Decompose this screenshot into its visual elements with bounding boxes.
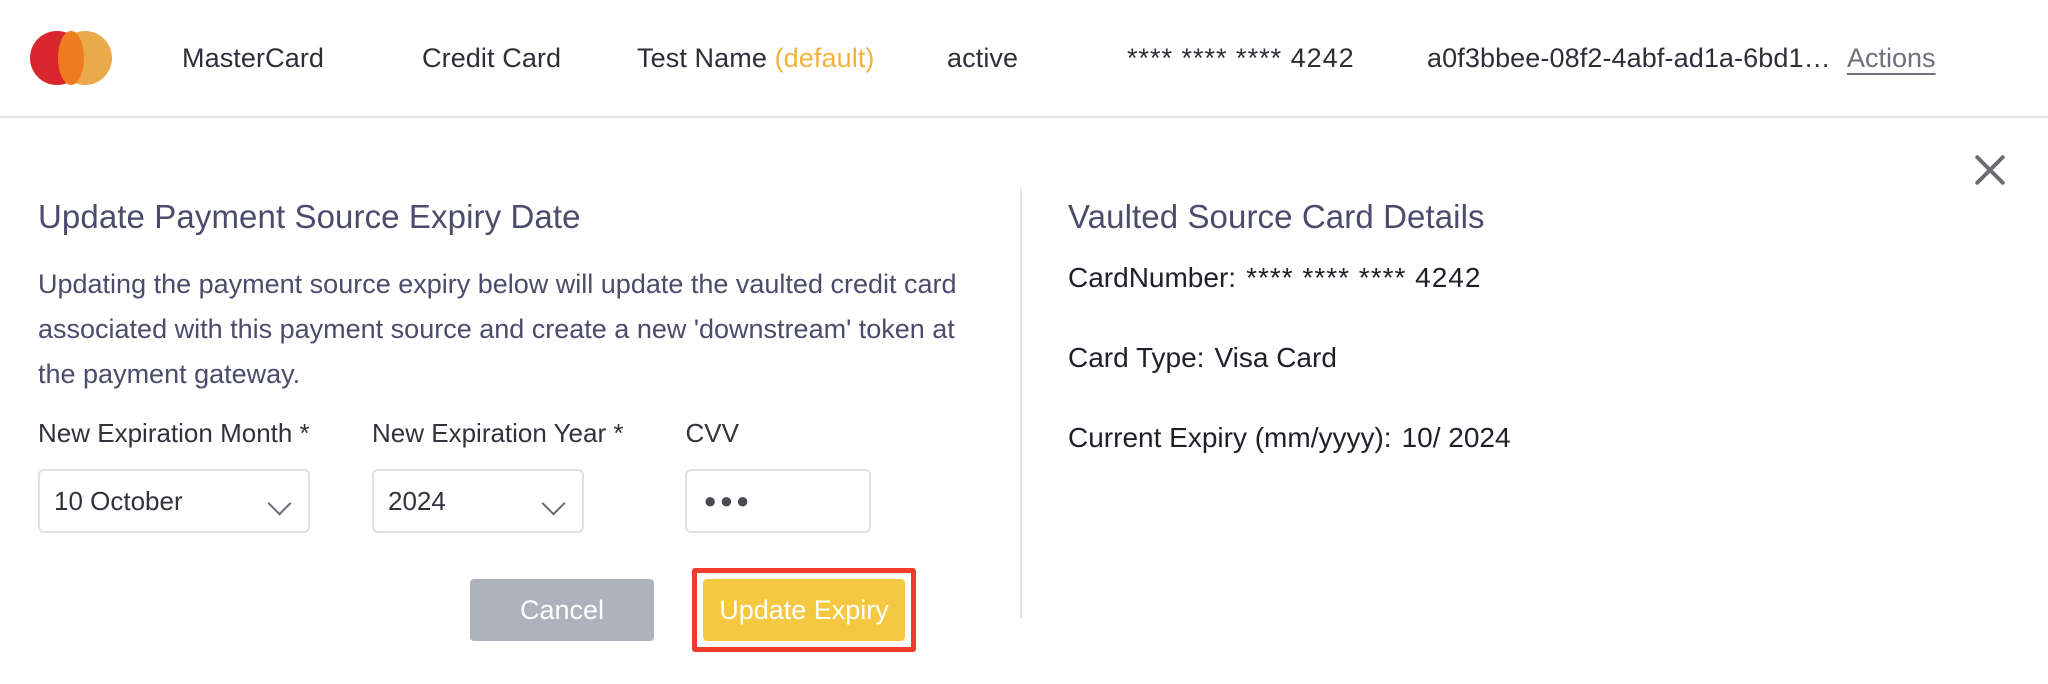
update-expiry-button[interactable]: Update Expiry [703,579,905,641]
card-type-detail-value: Visa Card [1214,342,1337,373]
mastercard-logo-icon [30,31,112,85]
payment-source-token-id: a0f3bbee-08f2-4abf-ad1a-6bd1… [1427,42,1831,73]
payment-source-expiry-dialog: MasterCard Credit Card Test Name (defaul… [0,0,2048,684]
card-number-detail: CardNumber: **** **** **** 4242 [1068,262,1968,294]
card-type-detail-label: Card Type: [1068,342,1205,373]
expiration-year-select[interactable]: 2024 [372,469,584,533]
expiration-month-select[interactable]: 10 October [38,469,310,533]
expiration-month-value: 10 October [54,485,183,516]
cvv-input[interactable]: ●●● [685,469,872,533]
cancel-button[interactable]: Cancel [470,579,654,641]
expiration-month-label: New Expiration Month * [38,418,310,448]
expiry-form: New Expiration Month * 10 October New Ex… [38,418,933,533]
expiration-year-label: New Expiration Year * [372,418,624,448]
actions-link[interactable]: Actions [1847,43,1936,74]
cardholder-name-text: Test Name [637,42,767,73]
card-number-detail-value: **** **** **** 4242 [1246,262,1482,293]
dialog-actions: Cancel Update Expiry [470,568,916,652]
payment-source-summary-row: MasterCard Credit Card Test Name (defaul… [0,0,2048,118]
panel-divider [1020,188,1022,618]
chevron-down-icon [541,491,566,516]
card-number-detail-label: CardNumber: [1068,262,1237,293]
default-badge: (default) [774,42,875,73]
expiration-year-value: 2024 [388,485,446,516]
update-expiry-section: Update Payment Source Expiry Date Updati… [38,198,1018,397]
card-brand-label: MasterCard [182,42,325,73]
cvv-field: CVV ●●● [685,418,872,533]
expiration-month-field: New Expiration Month * 10 October [38,418,310,533]
dialog-body: Update Payment Source Expiry Date Updati… [0,118,2048,684]
current-expiry-detail: Current Expiry (mm/yyyy): 10/ 2024 [1068,422,1968,454]
masked-card-number: **** **** **** 4242 [1127,42,1355,73]
chevron-down-icon [267,491,292,516]
vaulted-details-title: Vaulted Source Card Details [1068,198,1485,235]
status-badge: active [947,42,1019,73]
card-type-detail: Card Type: Visa Card [1068,342,1968,374]
page-title: Update Payment Source Expiry Date [38,198,581,235]
cvv-label: CVV [685,418,739,448]
vaulted-card-details-section: Vaulted Source Card Details CardNumber: *… [1068,198,1968,502]
cardholder-name-label: Test Name (default) [637,43,947,74]
cvv-masked-value: ●●● [703,488,753,513]
current-expiry-detail-value: 10/ 2024 [1401,422,1511,453]
update-expiry-description: Updating the payment source expiry below… [38,269,957,389]
current-expiry-detail-label: Current Expiry (mm/yyyy): [1068,422,1392,453]
expiration-year-field: New Expiration Year * 2024 [372,418,623,533]
card-type-label: Credit Card [422,42,562,73]
update-expiry-highlight-box: Update Expiry [692,568,916,652]
